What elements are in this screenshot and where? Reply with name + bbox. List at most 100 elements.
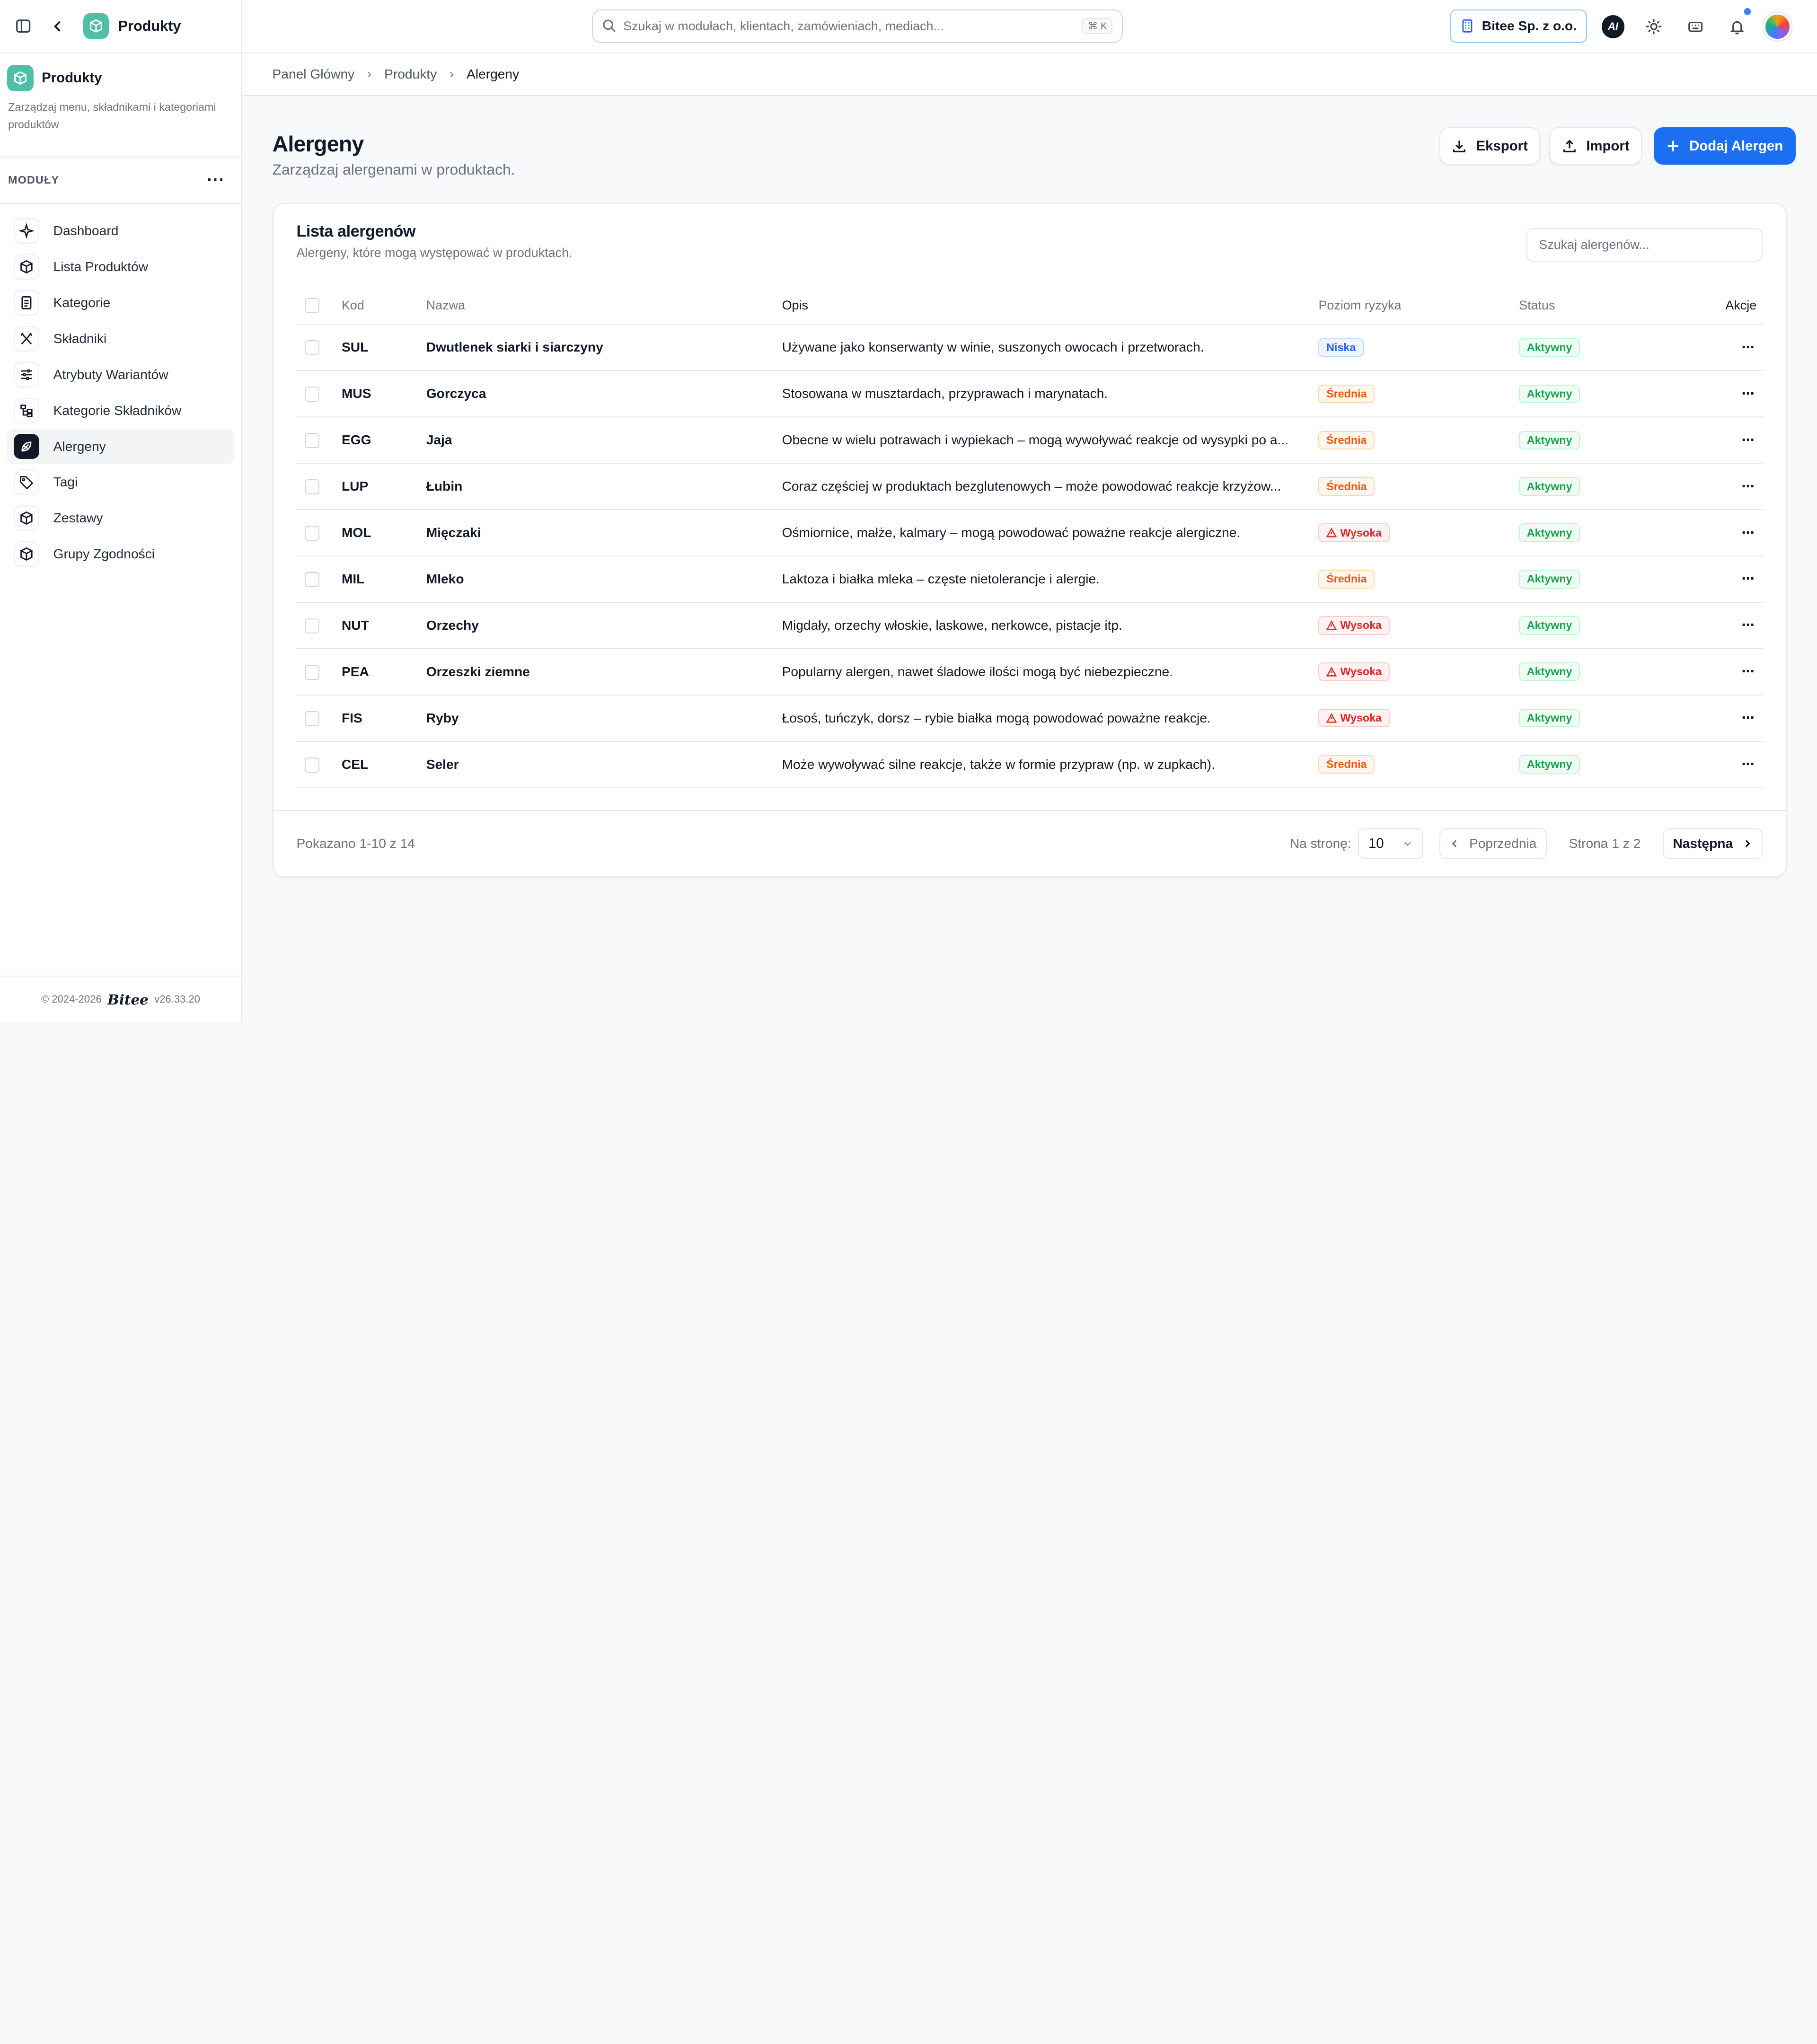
select-all-checkbox[interactable] <box>304 298 320 313</box>
row-actions-more-icon[interactable]: ··· <box>1693 510 1764 556</box>
table-row[interactable]: CEL Seler Może wywoływać silne reakcje, ta… <box>296 741 1764 788</box>
status-badge: Aktywny <box>1519 755 1580 774</box>
bell-icon[interactable] <box>1726 8 1751 38</box>
sidebar-item-label: Kategorie <box>53 295 111 310</box>
row-checkbox[interactable] <box>304 340 320 355</box>
ai-assistant-icon[interactable]: AI <box>1601 15 1625 38</box>
import-button[interactable]: Import <box>1549 127 1642 165</box>
next-page-button[interactable]: Następna <box>1662 828 1763 860</box>
sidebar-item-kategorie-skladnikow[interactable]: Kategorie Składników <box>7 393 234 429</box>
table-row[interactable]: EGG Jaja Obecne w wielu potrawach i wypiek… <box>296 417 1764 464</box>
page-header: Alergeny Zarządzaj alergenami w produkta… <box>242 96 1817 203</box>
row-checkbox[interactable] <box>304 711 320 726</box>
page-info: Strona 1 z 2 <box>1569 836 1641 851</box>
row-checkbox[interactable] <box>304 618 320 634</box>
per-page-label: Na stronę: <box>1289 836 1351 851</box>
back-chevron-icon[interactable] <box>49 17 67 35</box>
row-checkbox[interactable] <box>304 757 320 773</box>
table-row[interactable]: SUL Dwutlenek siarki i siarczyny Używane j… <box>296 324 1764 371</box>
col-header-name[interactable]: Nazwa <box>426 287 782 325</box>
row-actions-more-icon[interactable]: ··· <box>1693 463 1764 511</box>
sidebar-item-atrybuty-wariantow[interactable]: Atrybuty Wariantów <box>7 357 234 393</box>
table-header-row: Kod Nazwa Opis Poziom ryzyka Status Akcj… <box>296 287 1764 325</box>
allergens-table: Kod Nazwa Opis Poziom ryzyka Status Akcj… <box>296 287 1764 788</box>
breadcrumb-products-link[interactable]: Produkty <box>384 67 437 82</box>
breadcrumb-chevron-icon: › <box>367 67 372 81</box>
row-actions-more-icon[interactable]: ··· <box>1693 602 1764 649</box>
export-button[interactable]: Eksport <box>1439 127 1541 165</box>
allergen-description: Może wywoływać silne reakcje, także w fo… <box>782 757 1215 772</box>
row-actions-more-icon[interactable]: ··· <box>1693 556 1764 603</box>
document-icon <box>14 290 40 316</box>
user-avatar[interactable] <box>1764 12 1792 41</box>
col-header-code[interactable]: Kod <box>341 287 426 325</box>
table-row[interactable]: MUS Gorczyca Stosowana w musztardach, przy… <box>296 370 1764 418</box>
status-label: Aktywny <box>1526 387 1572 400</box>
col-header-status[interactable]: Status <box>1519 287 1693 325</box>
risk-badge: Średnia <box>1318 384 1375 403</box>
col-header-risk[interactable]: Poziom ryzyka <box>1318 287 1519 325</box>
row-actions-more-icon[interactable]: ··· <box>1693 370 1764 418</box>
row-checkbox[interactable] <box>304 479 320 494</box>
status-label: Aktywny <box>1526 433 1572 446</box>
allergen-code: LUP <box>341 479 369 494</box>
table-row[interactable]: MIL Mleko Laktoza i białka mleka – częste … <box>296 556 1764 603</box>
status-label: Aktywny <box>1526 758 1572 771</box>
sidebar-toggle-icon[interactable] <box>14 17 32 35</box>
row-actions-more-icon[interactable]: ··· <box>1693 648 1764 696</box>
building-icon <box>1462 19 1473 33</box>
sidebar-item-zestawy[interactable]: Zestawy <box>7 500 234 536</box>
organization-switcher-button[interactable]: Bitee Sp. z o.o. <box>1449 9 1587 43</box>
row-actions-more-icon[interactable]: ··· <box>1693 741 1764 788</box>
sidebar-nav: Dashboard Lista Produktów Kategorie Składni… <box>0 204 241 573</box>
allergen-name: Ryby <box>426 710 459 725</box>
sidebar-item-tagi[interactable]: Tagi <box>7 464 234 500</box>
footer-copyright: © 2024-2026 <box>41 993 102 1005</box>
global-search-input[interactable]: Szukaj w modułach, klientach, zamówienia… <box>592 9 1123 43</box>
sidebar-item-label: Lista Produktów <box>53 259 148 274</box>
row-actions-more-icon[interactable]: ··· <box>1693 695 1764 742</box>
allergen-description: Łosoś, tuńczyk, dorsz – rybie białka mog… <box>782 710 1211 725</box>
row-checkbox[interactable] <box>304 572 320 587</box>
row-checkbox[interactable] <box>304 525 320 541</box>
status-label: Aktywny <box>1526 480 1572 493</box>
breadcrumb-home-link[interactable]: Panel Główny <box>273 67 355 82</box>
row-actions-more-icon[interactable]: ··· <box>1693 417 1764 464</box>
theme-sun-icon[interactable] <box>1642 15 1665 38</box>
table-row[interactable]: FIS Ryby Łosoś, tuńczyk, dorsz – rybie bia… <box>296 695 1764 742</box>
status-badge: Aktywny <box>1519 570 1580 589</box>
main-content: Szukaj w modułach, klientach, zamówienia… <box>242 0 1817 1022</box>
allergen-name: Mleko <box>426 571 464 586</box>
sidebar-header: Produkty <box>0 0 241 53</box>
cube-icon <box>14 254 40 280</box>
allergen-description: Laktoza i białka mleka – częste nietoler… <box>782 571 1100 586</box>
table-row[interactable]: LUP Łubin Coraz częściej w produktach bezg… <box>296 463 1764 511</box>
table-row[interactable]: NUT Orzechy Migdały, orzechy włoskie, lask… <box>296 602 1764 649</box>
risk-badge: Średnia <box>1318 755 1375 774</box>
sliders-icon <box>14 361 40 388</box>
keyboard-icon[interactable] <box>1684 15 1707 38</box>
col-header-desc: Opis <box>782 287 1319 325</box>
per-page-select[interactable]: 10 <box>1358 828 1423 860</box>
sidebar-item-dashboard[interactable]: Dashboard <box>7 213 234 249</box>
add-allergen-button[interactable]: Dodaj Alergen <box>1653 127 1796 165</box>
row-actions-more-icon[interactable]: ··· <box>1693 324 1764 371</box>
sidebar-item-alergeny[interactable]: Alergeny <box>7 428 235 465</box>
row-checkbox[interactable] <box>304 664 320 680</box>
previous-page-button[interactable]: Poprzednia <box>1439 828 1547 860</box>
modules-more-icon[interactable]: ··· <box>207 171 225 189</box>
sidebar-item-grupy-zgodnosci[interactable]: Grupy Zgodności <box>7 536 234 572</box>
row-checkbox[interactable] <box>304 433 320 448</box>
modules-section-label: MODUŁY ··· <box>0 158 241 204</box>
table-row[interactable]: PEA Orzeszki ziemne Popularny alergen, naw… <box>296 648 1764 696</box>
row-checkbox[interactable] <box>304 387 320 402</box>
allergen-code: CEL <box>341 757 369 772</box>
sidebar-item-skladniki[interactable]: Składniki <box>7 321 234 357</box>
sidebar-item-lista-produktow[interactable]: Lista Produktów <box>7 249 234 285</box>
warning-triangle-icon <box>1326 620 1337 631</box>
allergen-search-input[interactable] <box>1526 228 1763 262</box>
table-row[interactable]: MOL Mięczaki Ośmiornice, małże, kalmary – … <box>296 510 1764 556</box>
sidebar-item-kategorie[interactable]: Kategorie <box>7 285 234 321</box>
risk-badge: Średnia <box>1318 431 1375 449</box>
chevron-right-icon <box>1745 840 1750 847</box>
